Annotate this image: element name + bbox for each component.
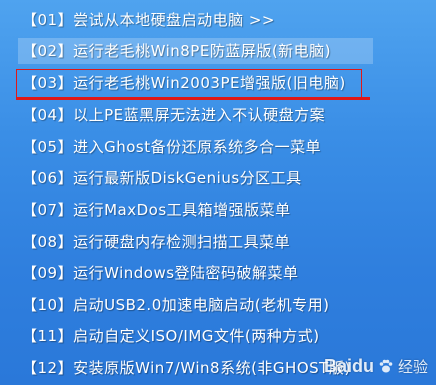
watermark-suffix: 经验 xyxy=(397,357,428,376)
menu-item-10[interactable]: 【10】启动USB2.0加速电脑启动(老机专用) xyxy=(18,292,335,318)
annotation-red-underline xyxy=(16,97,370,100)
menu-item-09[interactable]: 【09】运行Windows登陆密码破解菜单 xyxy=(18,260,305,286)
menu-item-07[interactable]: 【07】运行MaxDos工具箱增强版菜单 xyxy=(18,197,297,223)
menu-item-08[interactable]: 【08】运行硬盘内存检测扫描工具菜单 xyxy=(18,229,296,255)
baidu-jingyan-watermark: Baidu 经验 xyxy=(324,353,428,379)
menu-item-11[interactable]: 【11】启动自定义ISO/IMG文件(两种方式) xyxy=(18,323,326,349)
menu-item-02[interactable]: 【02】运行老毛桃Win8PE防蓝屏版(新电脑) xyxy=(18,38,373,64)
menu-item-05[interactable]: 【05】进入Ghost备份还原系统多合一菜单 xyxy=(18,134,327,160)
boot-menu: 【01】尝试从本地硬盘启动电脑 >> 【02】运行老毛桃Win8PE防蓝屏版(新… xyxy=(0,0,436,385)
menu-item-06[interactable]: 【06】运行最新版DiskGenius分区工具 xyxy=(18,165,308,191)
menu-item-12[interactable]: 【12】安装原版Win7/Win8系统(非GHOST版) xyxy=(18,355,357,381)
watermark-brand: Baidu xyxy=(323,355,374,376)
menu-item-01[interactable]: 【01】尝试从本地硬盘启动电脑 >> xyxy=(18,7,281,33)
menu-item-04[interactable]: 【04】以上PE蓝黑屏无法进入不认硬盘方案 xyxy=(18,102,331,128)
annotation-red-box xyxy=(16,69,362,98)
paw-icon xyxy=(379,359,393,373)
